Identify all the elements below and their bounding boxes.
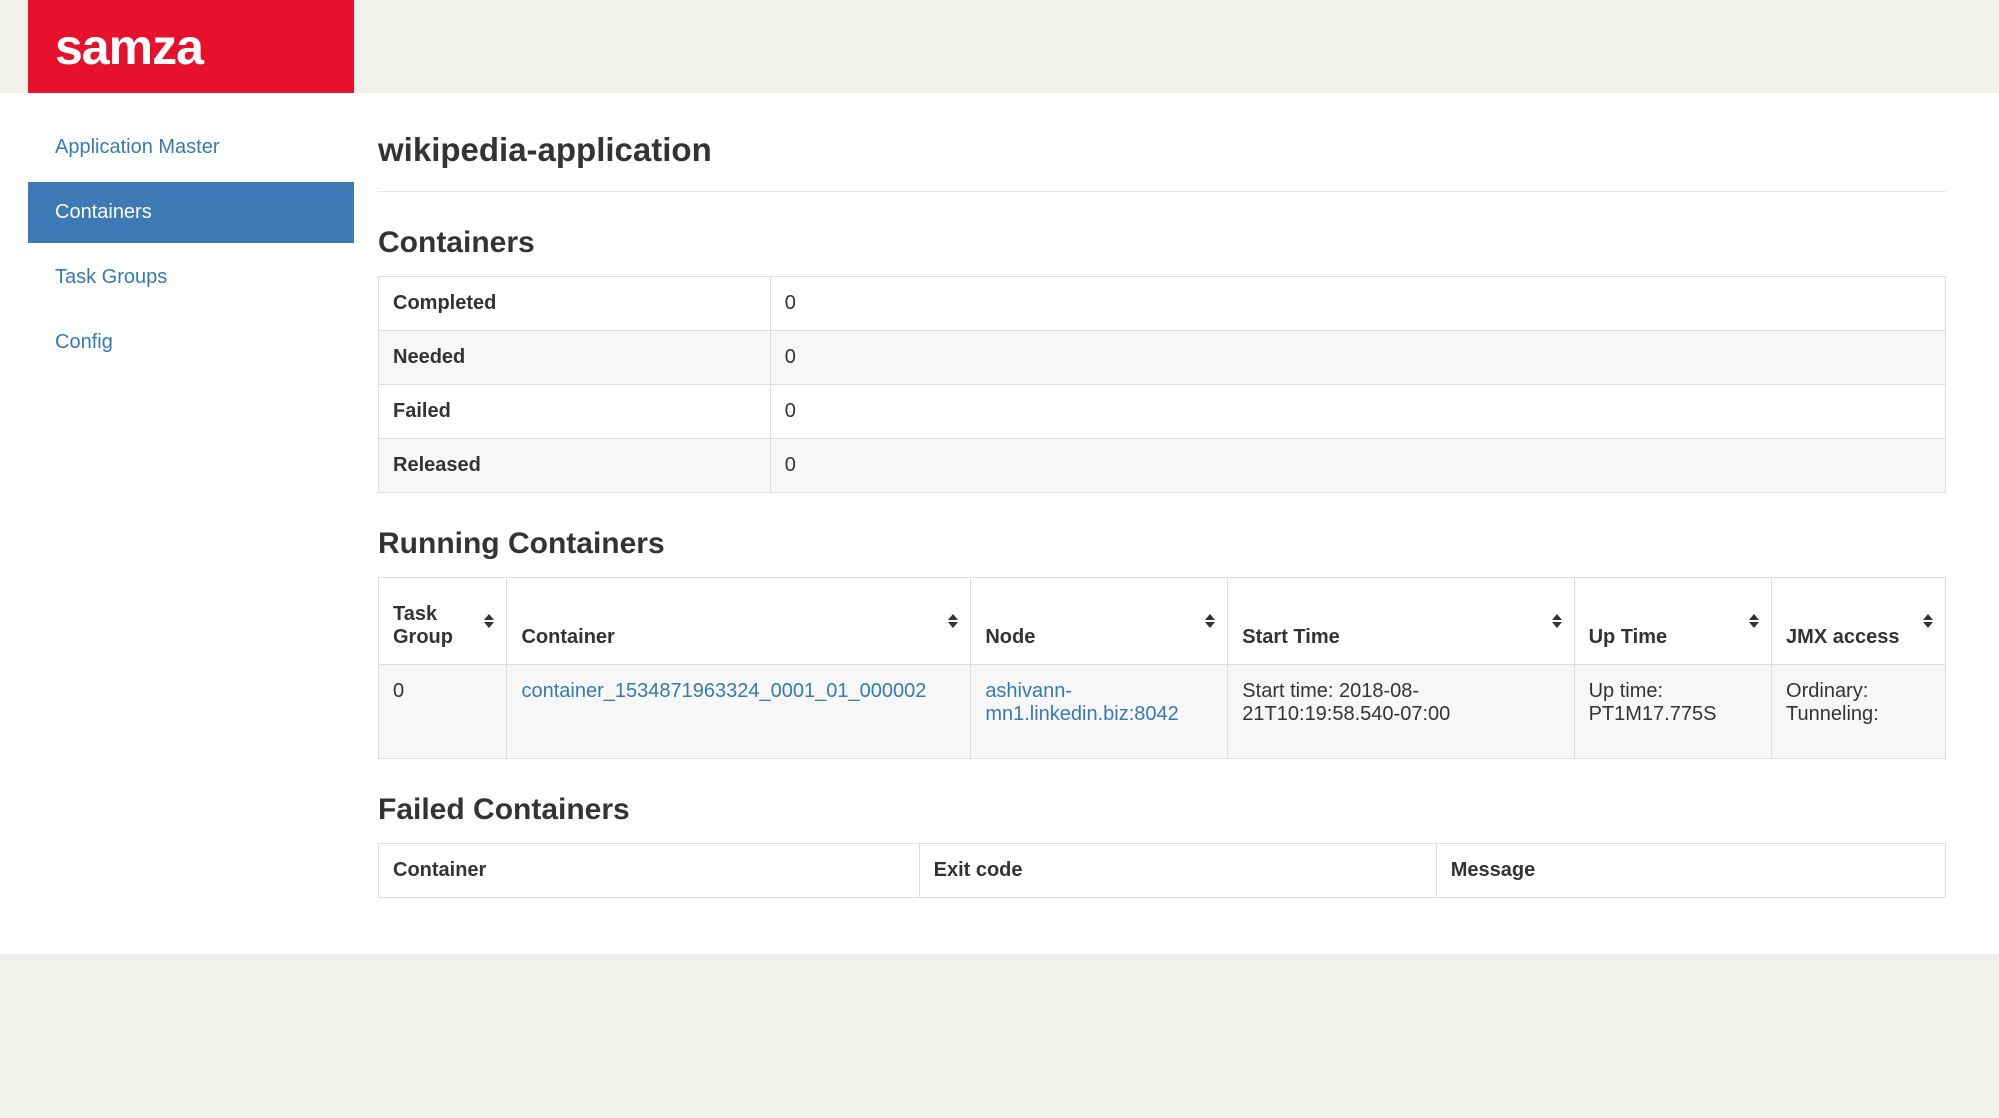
- sort-icon[interactable]: [948, 614, 958, 628]
- cell-container: container_1534871963324_0001_01_000002: [507, 665, 971, 759]
- failed-containers-heading: Failed Containers: [378, 793, 1946, 827]
- samza-logo[interactable]: samza: [28, 0, 354, 93]
- page-title: wikipedia-application: [378, 131, 1946, 169]
- running-col-node[interactable]: Node: [971, 578, 1228, 665]
- cell-jmx-access: Ordinary: Tunneling:: [1772, 665, 1946, 759]
- cell-task-group: 0: [379, 665, 507, 759]
- summary-label-needed: Needed: [379, 331, 771, 385]
- table-row: 0 container_1534871963324_0001_01_000002…: [379, 665, 1946, 759]
- summary-label-released: Released: [379, 439, 771, 493]
- table-row: Needed 0: [379, 331, 1946, 385]
- containers-heading: Containers: [378, 226, 1946, 260]
- summary-value-released: 0: [770, 439, 1945, 493]
- top-header: samza: [0, 0, 1999, 93]
- page-footer: [0, 954, 1999, 1118]
- title-divider: [378, 191, 1946, 192]
- main-panel: wikipedia-application Containers Complet…: [378, 117, 1946, 898]
- cell-start-time: Start time: 2018-08-21T10:19:58.540-07:0…: [1228, 665, 1574, 759]
- sidebar-item-application-master[interactable]: Application Master: [28, 117, 354, 178]
- cell-node: ashivann-mn1.linkedin.biz:8042: [971, 665, 1228, 759]
- column-label: Up Time: [1589, 626, 1668, 648]
- column-label: JMX access: [1786, 626, 1899, 648]
- running-containers-heading: Running Containers: [378, 527, 1946, 561]
- sort-icon[interactable]: [1205, 614, 1215, 628]
- table-row: Failed 0: [379, 385, 1946, 439]
- running-containers-table: Task Group Container Node Start Tim: [378, 577, 1946, 759]
- container-link[interactable]: container_1534871963324_0001_01_000002: [521, 680, 926, 702]
- running-col-up-time[interactable]: Up Time: [1574, 578, 1771, 665]
- failed-containers-table: Container Exit code Message: [378, 843, 1946, 898]
- node-link[interactable]: ashivann-mn1.linkedin.biz:8042: [985, 680, 1178, 725]
- sidebar-item-containers[interactable]: Containers: [28, 182, 354, 243]
- column-label: Task Group: [393, 603, 453, 648]
- summary-label-completed: Completed: [379, 277, 771, 331]
- summary-value-failed: 0: [770, 385, 1945, 439]
- running-col-container[interactable]: Container: [507, 578, 971, 665]
- sidebar: Application Master Containers Task Group…: [28, 117, 354, 898]
- column-label: Container: [521, 626, 614, 648]
- failed-col-container: Container: [379, 844, 920, 898]
- sort-icon[interactable]: [1552, 614, 1562, 628]
- sort-icon[interactable]: [1923, 614, 1933, 628]
- table-row: Completed 0: [379, 277, 1946, 331]
- table-header-row: Container Exit code Message: [379, 844, 1946, 898]
- running-col-task-group[interactable]: Task Group: [379, 578, 507, 665]
- content-area: Application Master Containers Task Group…: [0, 93, 1999, 954]
- running-col-jmx-access[interactable]: JMX access: [1772, 578, 1946, 665]
- running-col-start-time[interactable]: Start Time: [1228, 578, 1574, 665]
- sidebar-item-config[interactable]: Config: [28, 312, 354, 373]
- sort-icon[interactable]: [484, 614, 494, 628]
- table-row: Released 0: [379, 439, 1946, 493]
- summary-label-failed: Failed: [379, 385, 771, 439]
- containers-summary-table: Completed 0 Needed 0 Failed 0 Released 0: [378, 276, 1946, 493]
- failed-col-exit-code: Exit code: [919, 844, 1436, 898]
- cell-up-time: Up time: PT1M17.775S: [1574, 665, 1771, 759]
- summary-value-completed: 0: [770, 277, 1945, 331]
- sidebar-item-task-groups[interactable]: Task Groups: [28, 247, 354, 308]
- column-label: Node: [985, 626, 1035, 648]
- summary-value-needed: 0: [770, 331, 1945, 385]
- table-header-row: Task Group Container Node Start Tim: [379, 578, 1946, 665]
- sort-icon[interactable]: [1749, 614, 1759, 628]
- column-label: Start Time: [1242, 626, 1339, 648]
- failed-col-message: Message: [1436, 844, 1945, 898]
